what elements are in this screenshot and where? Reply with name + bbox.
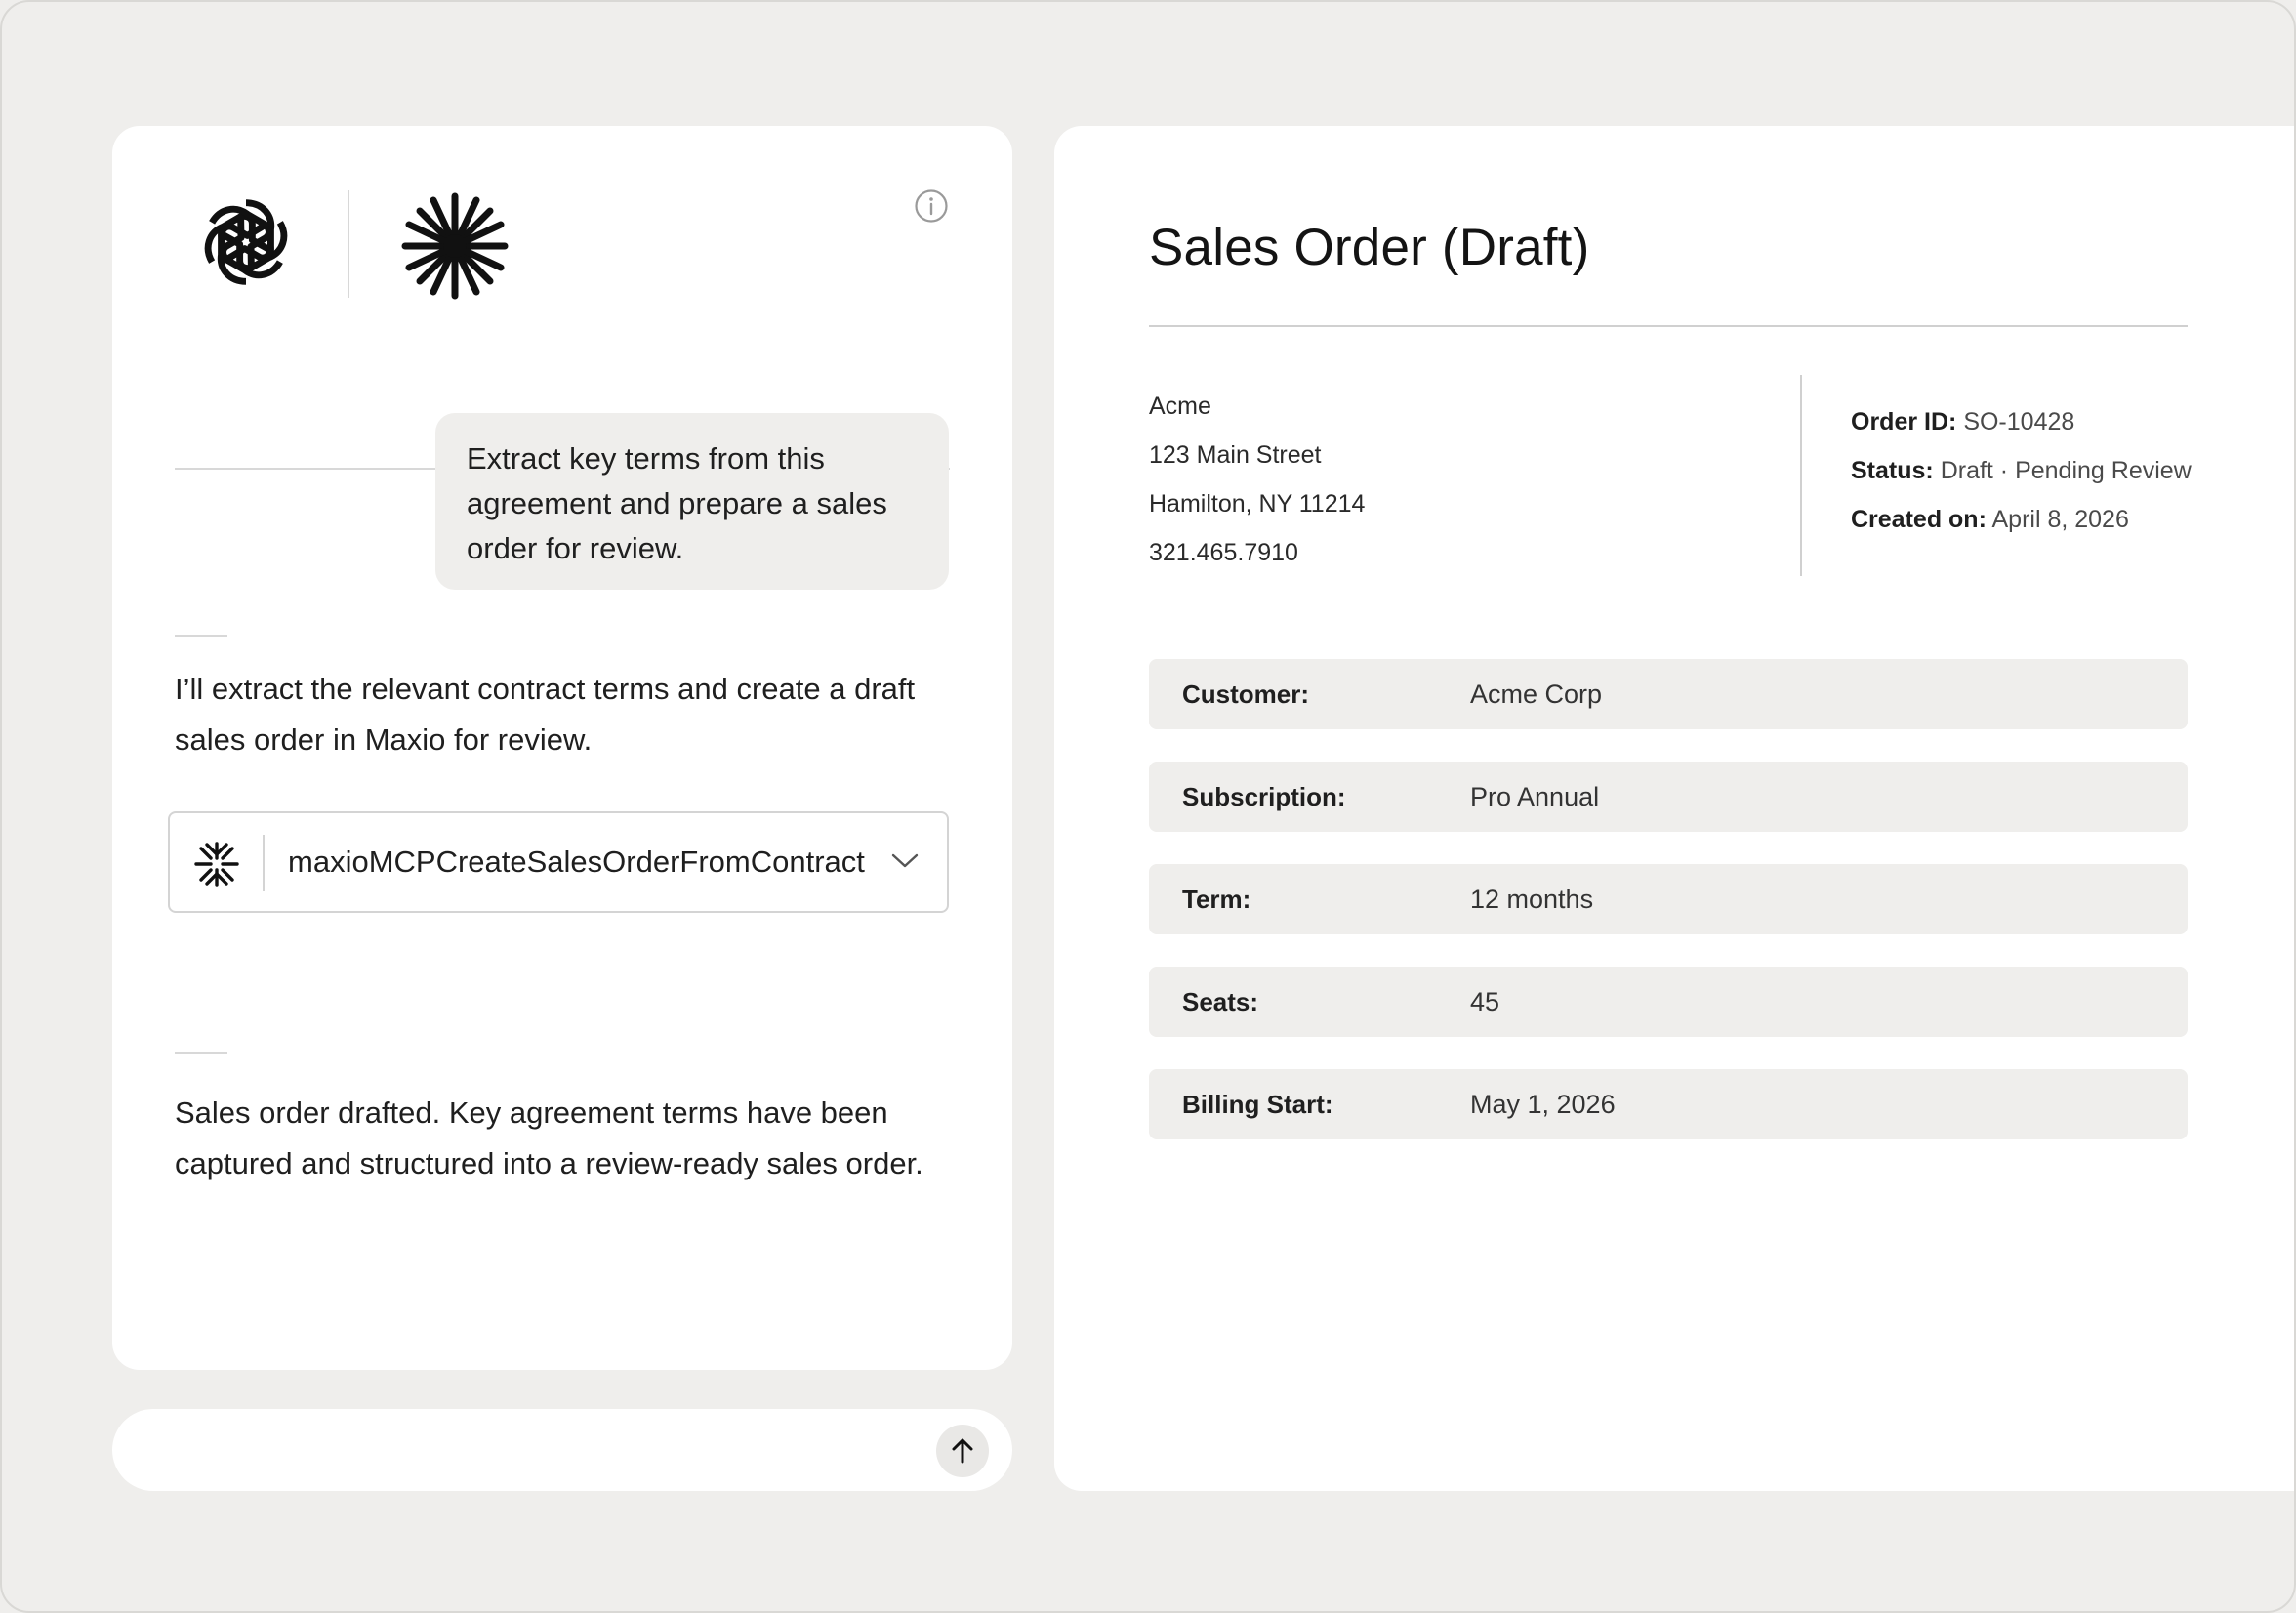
order-id-value: SO-10428 xyxy=(1963,408,2075,435)
field-row-customer: Customer: Acme Corp xyxy=(1149,659,2188,729)
openai-logo-icon xyxy=(204,199,288,285)
order-id-label: Order ID: xyxy=(1851,408,1957,435)
message-composer xyxy=(112,1409,1012,1491)
field-label: Seats: xyxy=(1182,987,1259,1016)
tool-call-dropdown[interactable]: maxioMCPCreateSalesOrderFromContract xyxy=(168,811,949,913)
city-line: Hamilton, NY 11214 xyxy=(1149,490,1366,517)
maxio-starburst-logo-icon xyxy=(401,192,509,300)
street-address: 123 Main Street xyxy=(1149,441,1322,469)
tool-call-name: maxioMCPCreateSalesOrderFromContract xyxy=(288,845,865,879)
document-title: Sales Order (Draft) xyxy=(1149,219,1590,276)
user-message-bubble: Extract key terms from this agreement an… xyxy=(435,413,949,590)
sales-order-document: Sales Order (Draft) Acme 123 Main Street… xyxy=(1054,126,2294,1491)
created-value: April 8, 2026 xyxy=(1991,506,2129,533)
assistant-intro-message: I’ll extract the relevant contract terms… xyxy=(175,672,916,757)
field-label: Term: xyxy=(1182,885,1251,914)
field-label: Subscription: xyxy=(1182,782,1346,811)
created-line: Created on: April 8, 2026 xyxy=(1851,495,2192,544)
message-separator xyxy=(175,1052,227,1054)
field-row-subscription: Subscription: Pro Annual xyxy=(1149,762,2188,832)
message-separator xyxy=(175,635,227,637)
maxio-asterisk-icon xyxy=(194,842,239,887)
order-id-line: Order ID: SO-10428 xyxy=(1851,397,2192,446)
chevron-down-icon[interactable] xyxy=(890,850,920,870)
logo-divider xyxy=(348,190,349,298)
message-input[interactable] xyxy=(142,1423,922,1477)
field-label: Billing Start: xyxy=(1182,1090,1333,1119)
field-value: Acme Corp xyxy=(1470,680,1603,709)
status-label: Status: xyxy=(1851,457,1934,484)
assistant-result-message: Sales order drafted. Key agreement terms… xyxy=(175,1096,923,1180)
field-row-billing-start: Billing Start: May 1, 2026 xyxy=(1149,1069,2188,1139)
field-value: Pro Annual xyxy=(1470,782,1600,811)
field-row-term: Term: 12 months xyxy=(1149,864,2188,934)
phone-number: 321.465.7910 xyxy=(1149,539,1298,566)
created-label: Created on: xyxy=(1851,506,1987,533)
order-fields: Customer: Acme Corp Subscription: Pro An… xyxy=(1149,659,2188,1172)
title-divider xyxy=(1149,325,2188,327)
address-block: Acme 123 Main Street Hamilton, NY 11214 … xyxy=(1149,382,1365,577)
arrow-up-icon xyxy=(952,1438,973,1464)
info-icon[interactable] xyxy=(914,188,949,224)
send-button[interactable] xyxy=(936,1425,989,1477)
field-label: Customer: xyxy=(1182,680,1310,709)
meta-divider xyxy=(1800,375,1802,576)
order-meta: Order ID: SO-10428 Status: Draft · Pendi… xyxy=(1851,397,2192,544)
app-window: Extract key terms from this agreement an… xyxy=(0,0,2296,1613)
field-row-seats: Seats: 45 xyxy=(1149,967,2188,1037)
tool-call-separator xyxy=(263,835,265,891)
status-line: Status: Draft · Pending Review xyxy=(1851,446,2192,495)
field-value: May 1, 2026 xyxy=(1470,1090,1616,1119)
field-value: 12 months xyxy=(1470,885,1594,914)
company-name: Acme xyxy=(1149,393,1211,420)
chat-panel: Extract key terms from this agreement an… xyxy=(112,126,1012,1370)
field-value: 45 xyxy=(1470,987,1500,1016)
status-value: Draft · Pending Review xyxy=(1940,457,2192,484)
